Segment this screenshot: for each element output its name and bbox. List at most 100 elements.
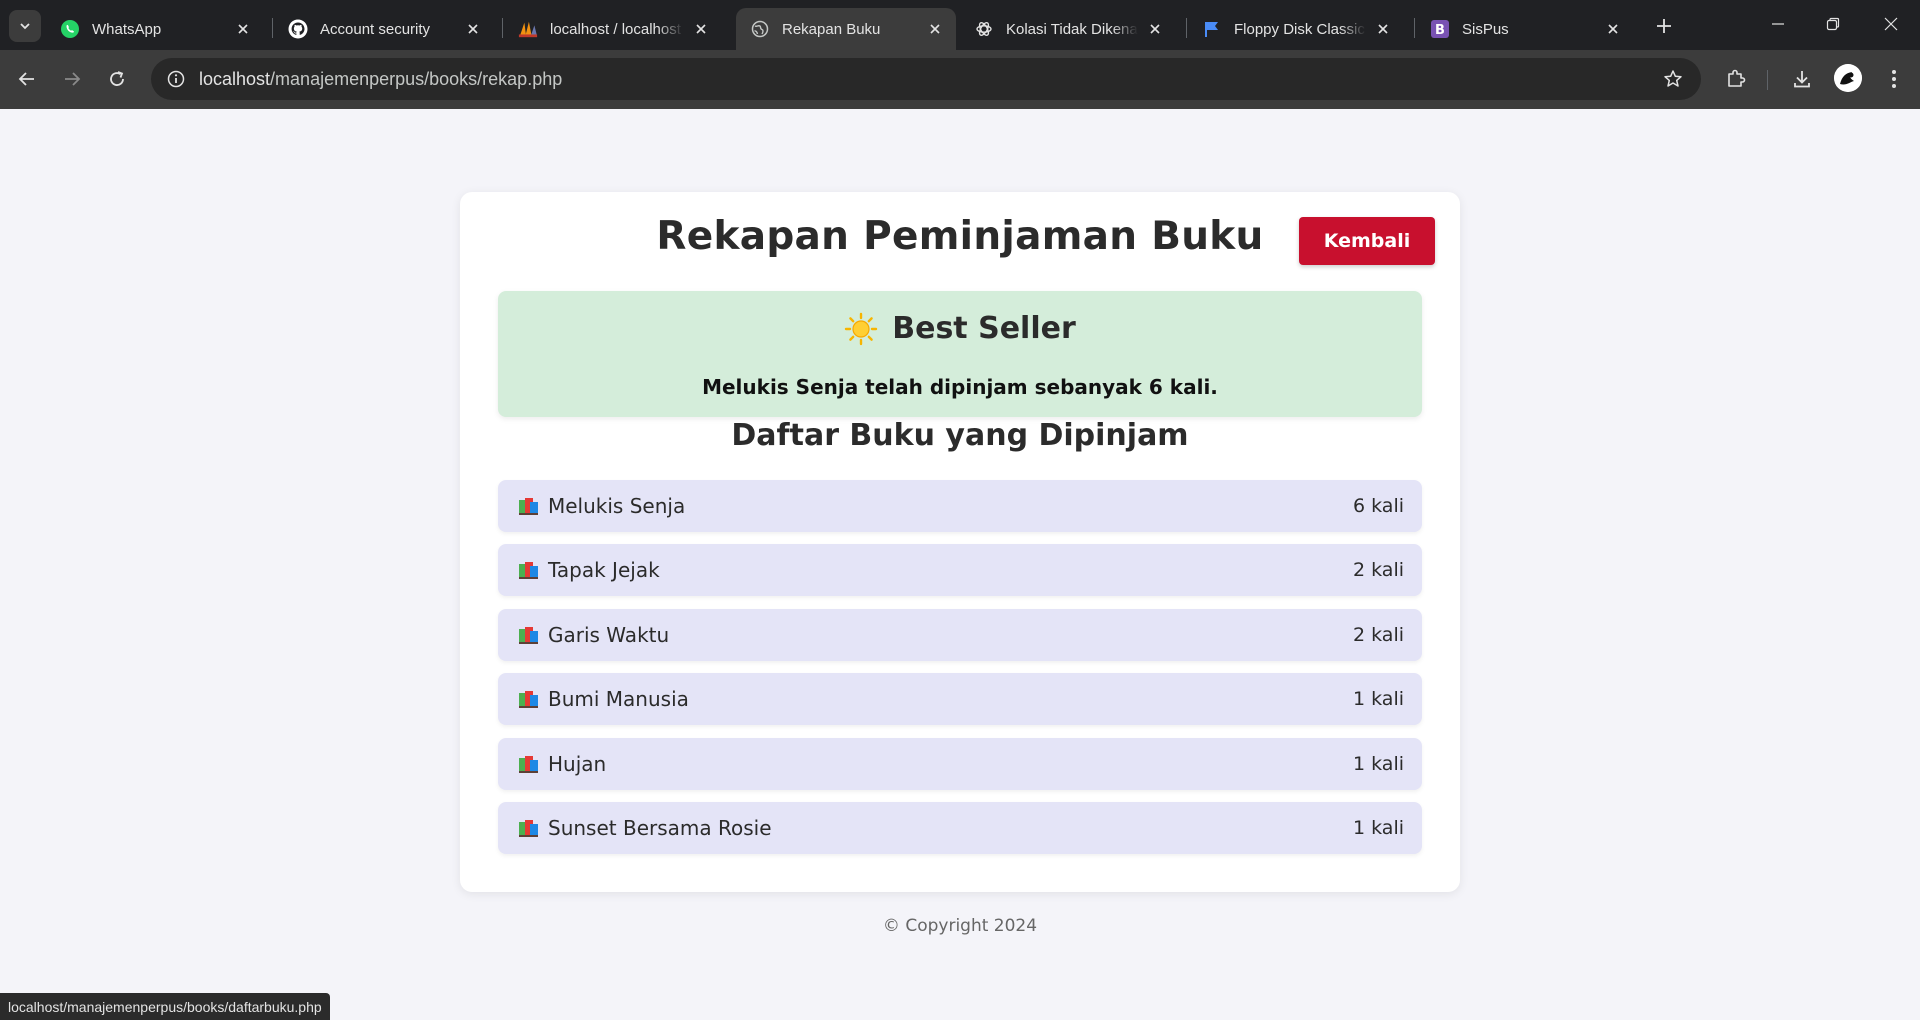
tab-chatgpt[interactable]: Kolasi Tidak Dikenal U [960,8,1176,50]
list-item: Melukis Senja 6 kali [498,480,1422,532]
toolbar-separator [1767,70,1768,90]
book-list-title: Daftar Buku yang Dipinjam [731,418,1189,453]
download-icon [1794,71,1810,88]
minimize-icon [1772,23,1784,25]
list-item: Garis Waktu 2 kali [498,609,1422,661]
back-nav-button[interactable] [11,63,43,95]
bookmark-star-icon[interactable] [1661,67,1685,91]
url-text: localhost/manajemenperpus/books/rekap.ph… [199,69,562,90]
best-seller-text: Melukis Senja telah dipinjam sebanyak 6 … [702,375,1218,399]
profile-avatar[interactable] [1834,64,1862,92]
list-item: Sunset Bersama Rosie 1 kali [498,802,1422,854]
tab-phpmyadmin[interactable]: localhost / localhost / [504,8,722,50]
book-count: 2 kali [1353,559,1404,581]
back-button[interactable]: Kembali [1299,217,1435,265]
arrow-right-icon [65,72,81,86]
more-vert-icon [1892,70,1896,88]
tab-separator [1414,18,1415,38]
book-name: Melukis Senja [548,494,686,518]
best-seller-panel: Best Seller Melukis Senja telah dipinjam… [498,291,1422,417]
close-icon[interactable] [1374,20,1392,38]
page-viewport: Rekapan Peminjaman Buku Kembali Best Sel… [0,109,1920,1020]
browser-toolbar: localhost/manajemenperpus/books/rekap.ph… [0,50,1920,109]
book-count: 1 kali [1353,817,1404,839]
tab-rekapan-buku[interactable]: Rekapan Buku [736,8,956,50]
footer-copyright: © Copyright 2024 [882,916,1038,936]
tab-account-security[interactable]: Account security [274,8,494,50]
books-icon [519,627,538,644]
menu-button[interactable] [1880,65,1908,93]
book-name: Sunset Bersama Rosie [548,816,772,840]
flag-icon [1202,19,1222,39]
minimize-button[interactable] [1766,12,1790,36]
tab-sispus[interactable]: B SisPus [1416,8,1634,50]
tab-title: Floppy Disk Classic Li [1234,20,1366,38]
close-icon [1884,17,1898,31]
best-seller-title: Best Seller [892,311,1076,346]
tab-strip: WhatsApp Account security localhost / lo… [0,0,1920,50]
book-name: Tapak Jejak [548,558,660,582]
reload-button[interactable] [101,63,133,95]
extensions-button[interactable] [1722,65,1750,93]
book-count: 1 kali [1353,688,1404,710]
address-bar[interactable]: localhost/manajemenperpus/books/rekap.ph… [151,58,1701,100]
best-seller-heading: Best Seller [498,311,1422,346]
book-count: 1 kali [1353,753,1404,775]
tab-title: localhost / localhost / [550,20,684,38]
books-icon [519,562,538,579]
status-bar-url: localhost/manajemenperpus/books/daftarbu… [0,993,330,1020]
svg-text:B: B [1435,23,1445,38]
book-count: 2 kali [1353,624,1404,646]
puzzle-icon [1728,69,1746,87]
chatgpt-icon [974,19,994,39]
tab-title: Kolasi Tidak Dikenal U [1006,20,1138,38]
books-icon [519,498,538,515]
rekap-card: Rekapan Peminjaman Buku Kembali Best Sel… [460,192,1460,892]
books-icon [519,820,538,837]
tab-title: SisPus [1462,20,1509,38]
book-name: Hujan [548,752,607,776]
close-icon[interactable] [926,20,944,38]
downloads-button[interactable] [1788,65,1816,93]
book-name: Bumi Manusia [548,687,689,711]
plus-icon [1657,19,1671,33]
reload-icon [110,71,124,86]
url-path: /manajemenperpus/books/rekap.php [270,68,563,89]
tab-title: Account security [320,20,431,38]
tab-search-button[interactable] [9,10,41,42]
chevron-down-icon [20,23,30,30]
restore-button[interactable] [1821,12,1845,36]
globe-icon [750,19,770,39]
bootstrap-icon: B [1430,19,1450,39]
whatsapp-icon [60,19,80,39]
books-icon [519,691,538,708]
phpmyadmin-icon [518,19,538,39]
new-tab-button[interactable] [1650,12,1678,40]
site-info-icon[interactable] [155,58,197,100]
tab-title: WhatsApp [92,20,162,38]
close-window-button[interactable] [1879,12,1903,36]
list-item: Tapak Jejak 2 kali [498,544,1422,596]
tab-separator [1186,18,1187,38]
tab-floppy-disk[interactable]: Floppy Disk Classic Li [1188,8,1404,50]
url-host: localhost [199,68,271,89]
tab-title: Rekapan Buku [782,20,881,38]
sun-icon [845,312,878,345]
arrow-left-icon [18,72,34,86]
books-icon [519,756,538,773]
tab-separator [272,18,273,38]
close-icon[interactable] [1146,20,1164,38]
restore-icon [1826,17,1840,31]
list-item: Hujan 1 kali [498,738,1422,790]
close-icon[interactable] [234,20,252,38]
tab-whatsapp[interactable]: WhatsApp [46,8,264,50]
github-icon [288,19,308,39]
close-icon[interactable] [1604,20,1622,38]
book-name: Garis Waktu [548,623,670,647]
list-item: Bumi Manusia 1 kali [498,673,1422,725]
close-icon[interactable] [692,20,710,38]
close-icon[interactable] [464,20,482,38]
tab-separator [502,18,503,38]
forward-nav-button[interactable] [56,63,88,95]
book-count: 6 kali [1353,495,1404,517]
